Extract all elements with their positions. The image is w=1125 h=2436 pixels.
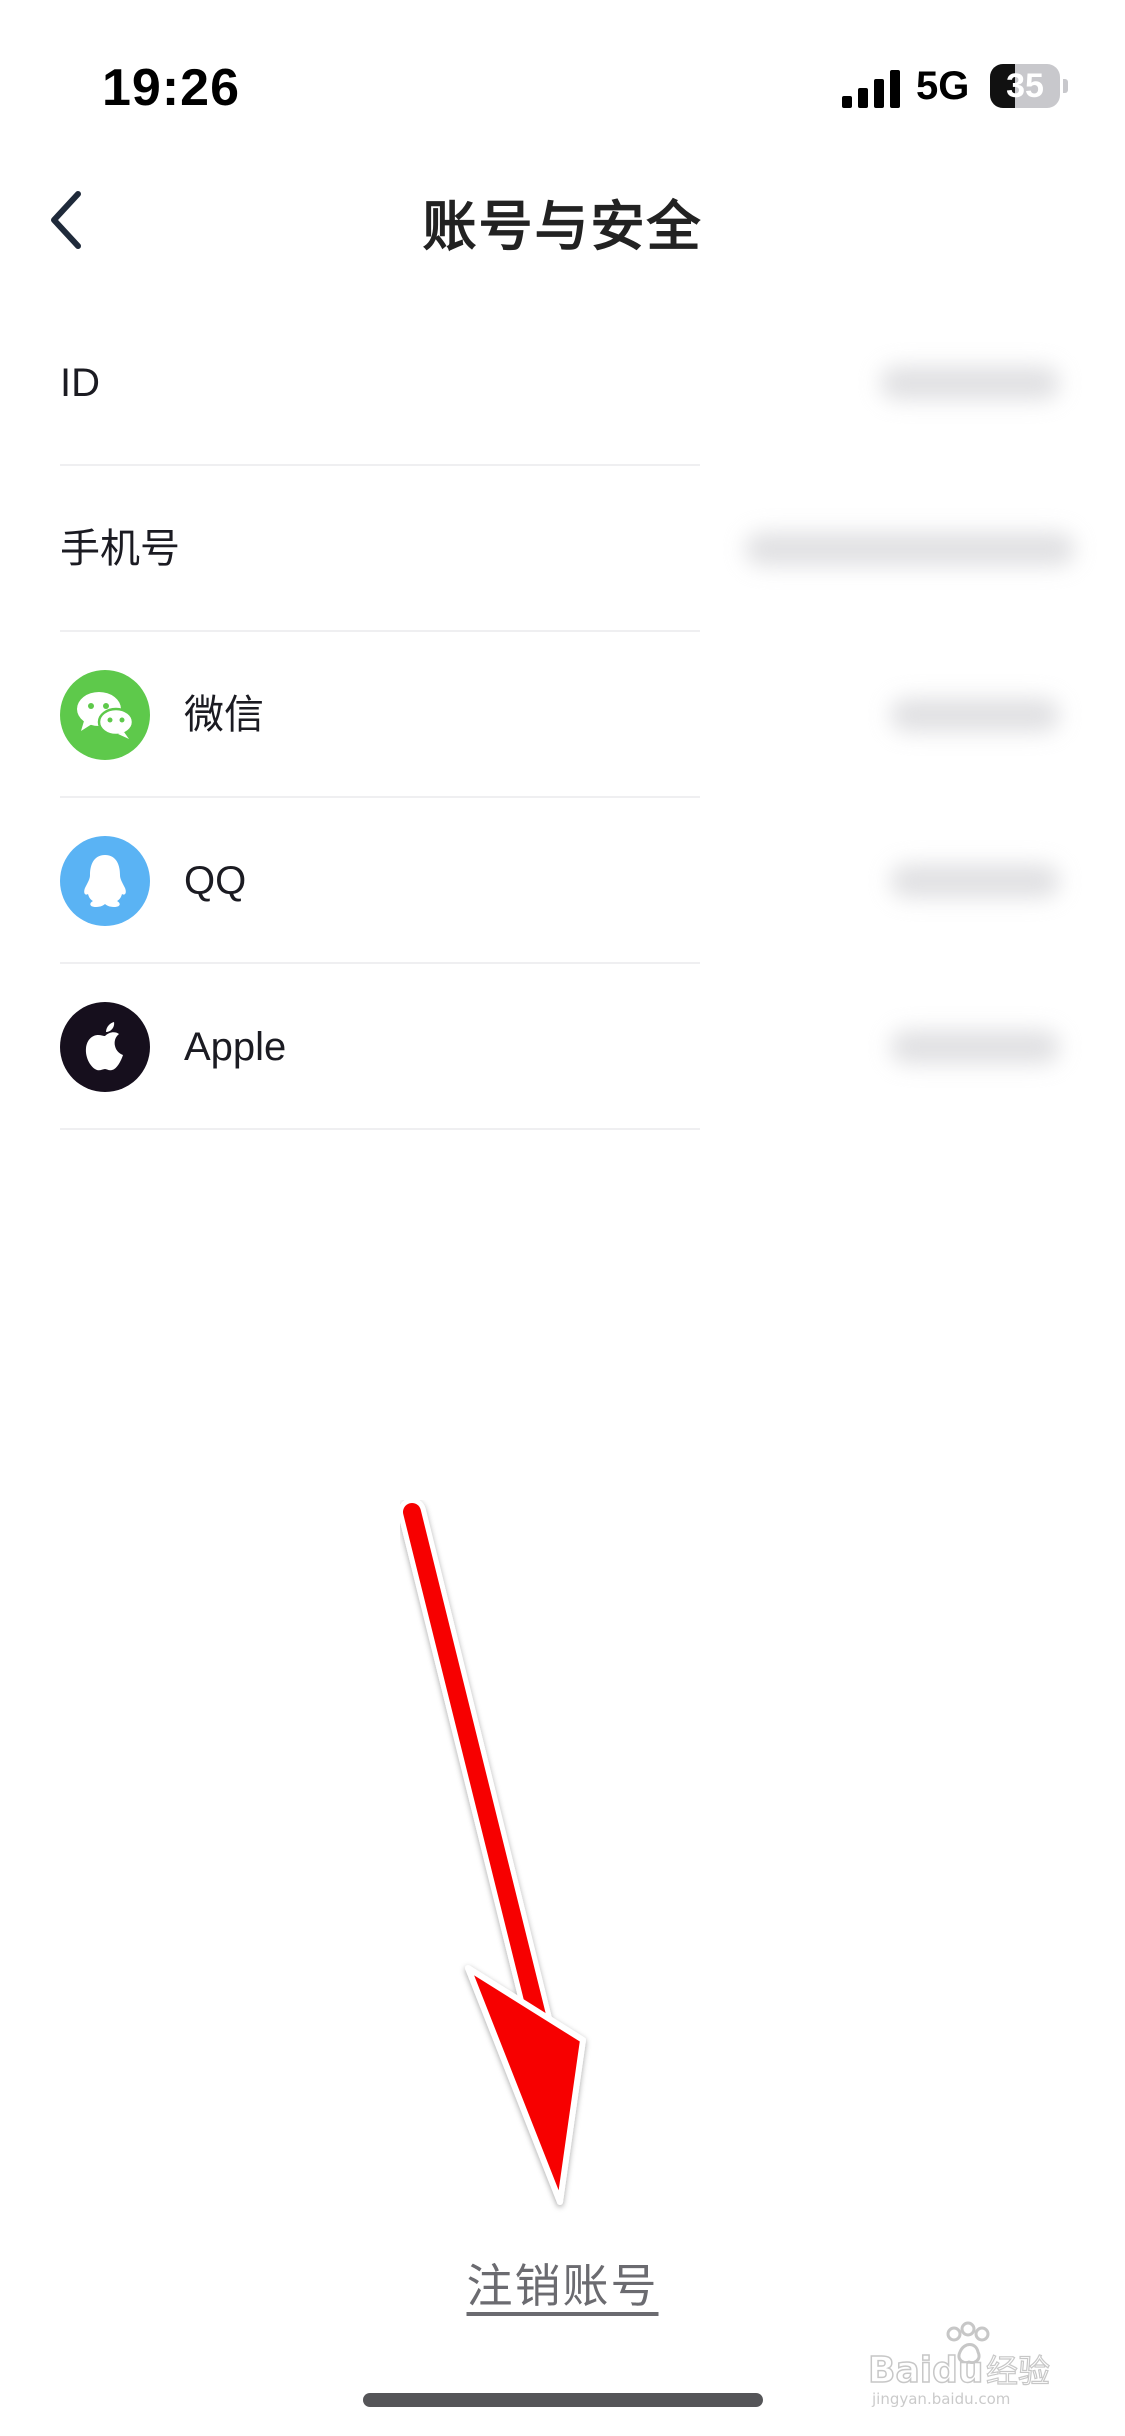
network-type: 5G [916, 64, 970, 108]
deactivate-account-link[interactable]: 注销账号 [0, 2250, 1125, 2316]
row-label: QQ [184, 859, 247, 903]
row-label: Apple [184, 1025, 287, 1069]
battery-level: 35 [1006, 67, 1044, 105]
svg-text:Baidu: Baidu [868, 2350, 983, 2391]
row-label: 手机号 [60, 527, 180, 571]
status-time: 19:26 [102, 59, 240, 117]
svg-text:jingyan.baidu.com: jingyan.baidu.com [871, 2390, 1010, 2408]
deactivate-account-label[interactable]: 注销账号 [467, 2260, 659, 2312]
row-label: ID [60, 361, 100, 405]
account-security-list: ID 手机号 微信 QQ Apple [0, 300, 1125, 1130]
list-item-id[interactable]: ID [0, 300, 1125, 466]
apple-icon [60, 1002, 150, 1092]
list-item-wechat[interactable]: 微信 [0, 632, 1125, 798]
status-bar: 19:26 5G 35 [0, 0, 1125, 180]
row-value-blurred [890, 698, 1060, 732]
divider [60, 1128, 700, 1130]
row-value-blurred [890, 864, 1060, 898]
qq-icon [60, 836, 150, 926]
signal-strength-icon [842, 70, 900, 108]
row-value-blurred [880, 366, 1060, 400]
home-indicator[interactable] [363, 2393, 763, 2407]
wechat-icon [60, 670, 150, 760]
row-label: 微信 [184, 693, 264, 737]
svg-text:经验: 经验 [986, 2352, 1050, 2390]
row-value-blurred [890, 1030, 1060, 1064]
row-value-blurred [745, 532, 1075, 566]
list-item-qq[interactable]: QQ [0, 798, 1125, 964]
red-arrow-down-icon [400, 1500, 586, 2205]
battery-icon: 35 [990, 64, 1068, 110]
list-item-apple[interactable]: Apple [0, 964, 1125, 1130]
page-title: 账号与安全 [422, 197, 703, 257]
baidu-watermark-logo: Baidu 经验 jingyan.baidu.com [867, 2321, 1051, 2408]
list-item-phone[interactable]: 手机号 [0, 466, 1125, 632]
